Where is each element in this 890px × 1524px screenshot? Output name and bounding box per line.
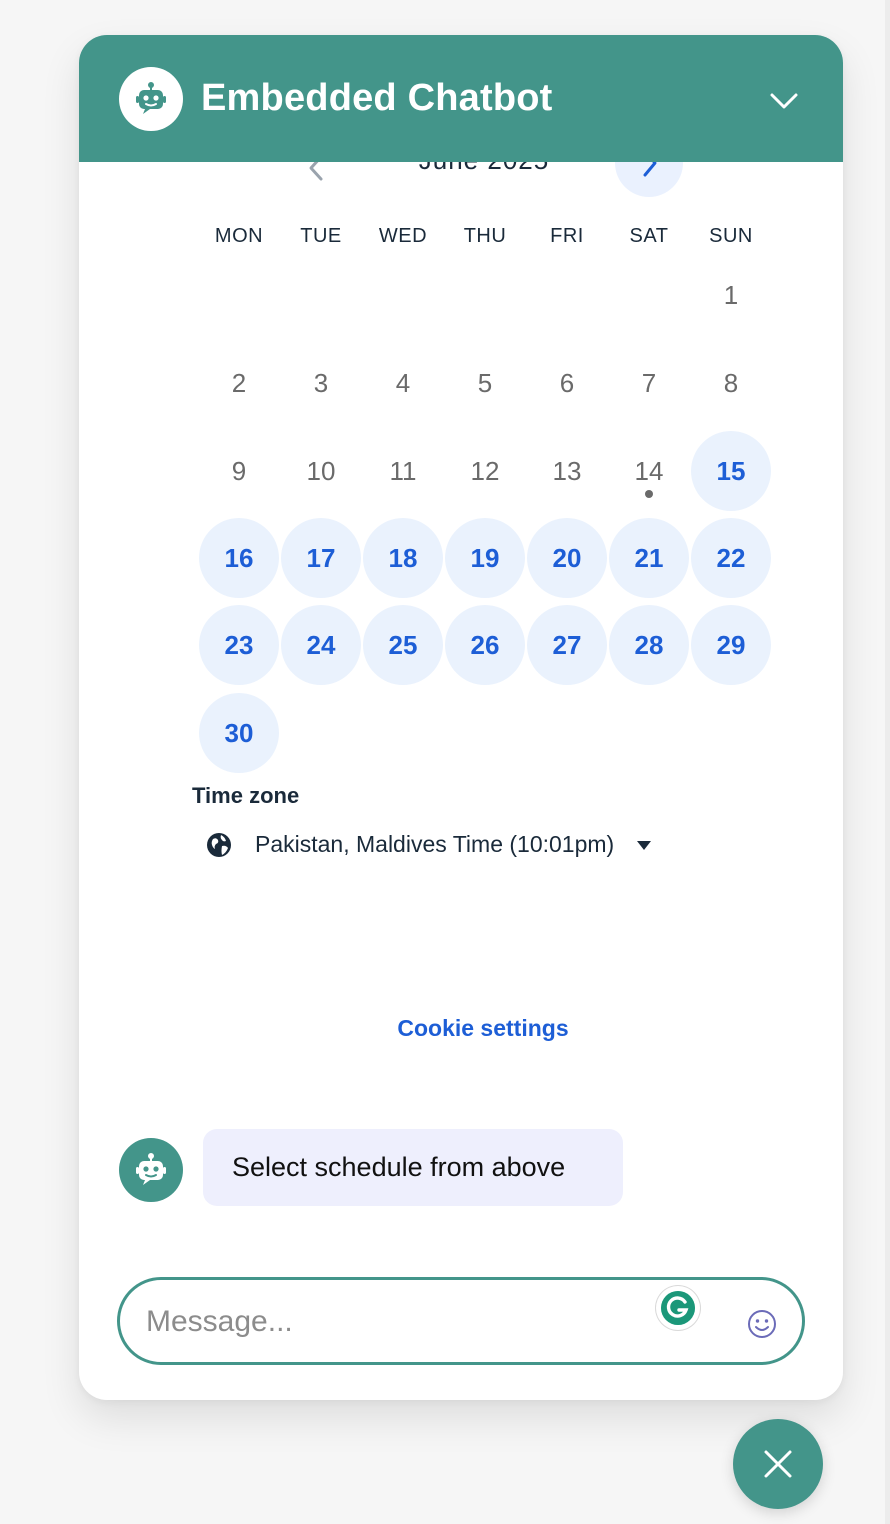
caret-down-icon [637,841,651,850]
calendar-day-21[interactable]: 21 [609,518,689,598]
weekday-tue: TUE [300,225,342,247]
chatbot-widget: June 2025 Embedded Chatbot [79,35,843,1400]
message-input[interactable] [144,1296,628,1348]
calendar-day-28[interactable]: 28 [609,605,689,685]
grammarly-icon[interactable] [656,1286,700,1330]
chatbot-title: Embedded Chatbot [201,77,553,119]
calendar-day-13: 13 [552,456,582,486]
chat-header: Embedded Chatbot [79,35,843,162]
calendar-day-5: 5 [477,368,493,398]
bot-message-avatar [119,1138,183,1202]
smiley-icon [748,1310,776,1338]
calendar-day-15[interactable]: 15 [691,431,771,511]
calendar-day-22[interactable]: 22 [691,518,771,598]
calendar-day-9: 9 [231,456,247,486]
grammarly-g-icon [661,1291,695,1325]
calendar-day-26[interactable]: 26 [445,605,525,685]
calendar-day-18[interactable]: 18 [363,518,443,598]
timezone-label: Pakistan, Maldives Time (10:01pm) [255,831,615,857]
chevron-down-icon [770,93,798,109]
weekday-fri: FRI [550,225,584,247]
calendar-day-10: 10 [306,456,336,486]
calendar-day-24[interactable]: 24 [281,605,361,685]
message-input-container [117,1277,805,1365]
calendar-day-17[interactable]: 17 [281,518,361,598]
bot-message-bubble: Select schedule from above [203,1129,623,1206]
weekday-wed: WED [378,225,428,247]
calendar-day-20[interactable]: 20 [527,518,607,598]
timezone-heading: Time zone [192,783,300,808]
weekday-thu: THU [463,225,507,247]
bot-avatar [119,67,183,131]
emoji-button[interactable] [746,1308,778,1340]
calendar-day-7: 7 [641,368,657,398]
calendar-day-30[interactable]: 30 [199,693,279,773]
weekday-sat: SAT [629,225,669,247]
calendar-day-23[interactable]: 23 [199,605,279,685]
weekday-mon: MON [214,225,264,247]
close-chat-button[interactable] [733,1419,823,1509]
cookie-settings-link[interactable]: Cookie settings [79,1015,843,1042]
calendar-day-6: 6 [559,368,575,398]
calendar-day-11: 11 [389,456,417,486]
close-icon [764,1450,792,1478]
calendar-day-16[interactable]: 16 [199,518,279,598]
today-indicator [645,490,653,498]
collapse-button[interactable] [766,83,802,119]
calendar-day-2: 2 [231,368,247,398]
calendar-day-14: 14 [634,456,664,486]
globe-icon [207,833,231,857]
calendar-day-1: 1 [723,280,739,310]
weekday-sun: SUN [709,225,753,247]
page-edge [885,0,890,1524]
calendar-day-25[interactable]: 25 [363,605,443,685]
calendar-day-19[interactable]: 19 [445,518,525,598]
robot-icon [136,1153,166,1185]
calendar-day-29[interactable]: 29 [691,605,771,685]
calendar-day-8: 8 [723,368,739,398]
calendar-day-12: 12 [470,456,500,486]
calendar-day-27[interactable]: 27 [527,605,607,685]
robot-icon [136,82,166,114]
calendar-day-4: 4 [395,368,411,398]
calendar-day-3: 3 [313,368,329,398]
